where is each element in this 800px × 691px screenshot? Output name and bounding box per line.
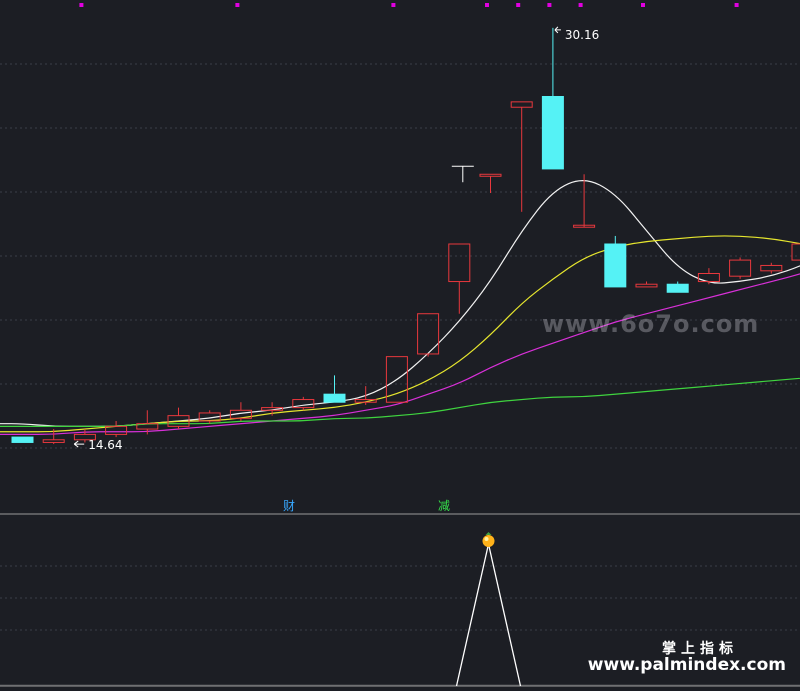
top-marker [485, 3, 489, 7]
top-marker [578, 3, 583, 7]
candle-up [760, 264, 783, 272]
candle-up [635, 283, 658, 288]
candle-up [448, 243, 471, 283]
top-marker [391, 3, 396, 7]
candle-up [479, 173, 502, 177]
high-arrow [554, 26, 561, 34]
badge-jian: 减 [438, 499, 450, 513]
candle-up [510, 101, 533, 108]
candle-up [42, 439, 65, 443]
top-marker [734, 3, 739, 7]
signal-ball-leaf [485, 532, 492, 535]
low-price-label: 14.64 [88, 438, 122, 452]
candle-up [791, 243, 800, 261]
signal-ball-highlight [484, 537, 489, 541]
top-marker [641, 3, 645, 7]
watermark: www.6o7o.com [542, 310, 760, 338]
badge-cai: 财 [283, 499, 295, 513]
top-marker [547, 3, 552, 7]
brand-url: www.palmindex.com [587, 655, 786, 675]
top-marker [235, 3, 240, 7]
ma-line-white [0, 180, 800, 427]
top-marker [79, 3, 84, 7]
candle-down [11, 436, 34, 443]
signal-ball-icon [482, 535, 495, 547]
candle-up [729, 259, 752, 277]
top-marker [516, 3, 521, 7]
kline-chart: 30.16 14.64 财 减 [0, 3, 800, 687]
candle-down [541, 96, 564, 170]
low-arrow [73, 440, 85, 448]
ma-line-green [0, 374, 800, 427]
high-price-label: 30.16 [565, 28, 599, 42]
candle-down [323, 393, 346, 403]
signal-line [455, 543, 522, 687]
chart-stage: 30.16 14.64 财减 www.6o7o.com 掌上指标 www.palmi… [0, 0, 800, 691]
candle-down [604, 243, 627, 288]
candle-down [666, 283, 689, 293]
candle-up [354, 399, 377, 403]
